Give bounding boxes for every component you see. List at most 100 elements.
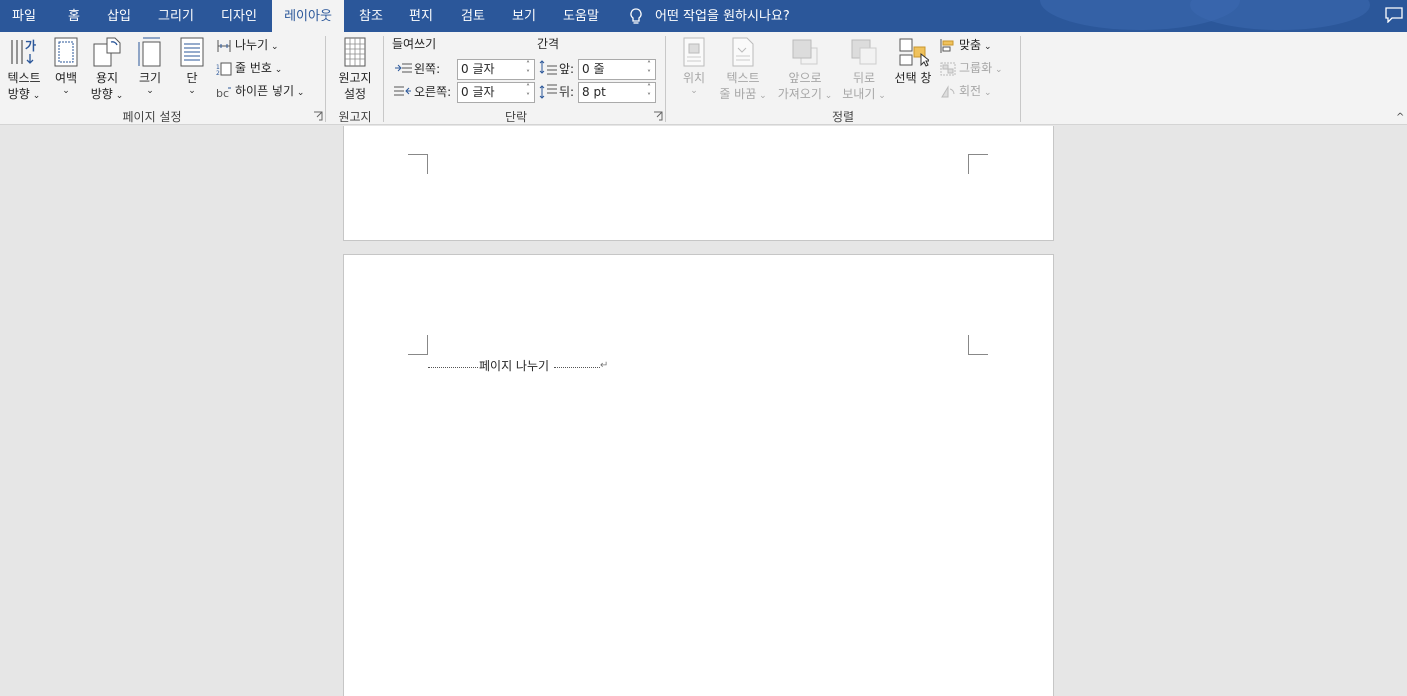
paragraph-launcher-icon[interactable]	[653, 111, 663, 121]
page-break-dotted-line	[428, 367, 478, 368]
orientation-icon	[93, 37, 121, 67]
tab-home[interactable]: 홈	[56, 0, 92, 32]
orientation-label-1: 용지	[95, 71, 119, 85]
align-button[interactable]: 맞춤 ⌄	[940, 35, 992, 55]
rotate-button[interactable]: 회전 ⌄	[940, 81, 992, 101]
hyphenation-label: 하이픈 넣기	[235, 84, 295, 98]
tab-file[interactable]: 파일	[0, 0, 48, 32]
text-direction-icon: 가	[11, 38, 36, 64]
spin-arrows-icon[interactable]: ˄ ˅	[524, 83, 532, 101]
wrap-text-button[interactable]: 텍스트 줄 바꿈 ⌄	[714, 36, 772, 104]
hyphenation-button[interactable]: bc 하이픈 넣기 ⌄	[216, 81, 304, 101]
position-icon	[683, 37, 705, 67]
spacing-before-icon	[539, 60, 557, 75]
selection-pane-label: 선택 창	[894, 71, 932, 85]
manuscript-label-1: 원고지	[338, 71, 372, 85]
crop-mark	[968, 335, 988, 355]
page-break-dotted-line	[554, 367, 600, 368]
tab-design[interactable]: 디자인	[212, 0, 266, 32]
chevron-down-icon: ⌄	[875, 91, 886, 101]
position-button[interactable]: 위치 ⌄	[676, 36, 712, 96]
align-icon	[940, 38, 954, 53]
line-numbers-label: 줄 번호	[235, 61, 272, 75]
breaks-button[interactable]: 나누기 ⌄	[216, 35, 279, 55]
chevron-down-icon: ⌄	[821, 91, 833, 101]
ribbon: 가 텍스트 방향 ⌄ 여백 ⌄ 용지 방향 ⌄ 크기 ⌄ 단 ⌄ 나누기 ⌄ 1…	[0, 32, 1407, 125]
spacing-after-icon	[539, 84, 557, 99]
title-bar-decoration	[1190, 0, 1370, 30]
tab-mailings[interactable]: 편지	[400, 0, 442, 32]
margins-button[interactable]: 여백 ⌄	[48, 36, 84, 96]
send-backward-button[interactable]: 뒤로 보내기 ⌄	[838, 36, 890, 104]
wrap-text-label-1: 텍스트	[726, 71, 760, 85]
spacing-before-input[interactable]: 0 줄 ˄ ˅	[578, 59, 656, 80]
comments-icon[interactable]	[1385, 7, 1403, 23]
spin-arrows-icon[interactable]: ˄ ˅	[645, 60, 653, 78]
indent-right-icon	[394, 86, 411, 96]
size-button[interactable]: 크기 ⌄	[133, 36, 167, 96]
tab-review[interactable]: 검토	[452, 0, 494, 32]
columns-icon	[180, 37, 204, 67]
text-direction-button[interactable]: 가 텍스트 방향 ⌄	[4, 36, 44, 104]
spacing-before-value: 0 줄	[582, 62, 605, 76]
selection-pane-button[interactable]: 선택 창	[892, 36, 934, 86]
indent-header: 들여쓰기	[392, 37, 437, 51]
margins-icon	[54, 37, 78, 67]
group-objects-button[interactable]: 그룹화 ⌄	[940, 58, 1003, 78]
manuscript-icon	[344, 37, 366, 67]
tab-layout[interactable]: 레이아웃	[272, 0, 344, 32]
send-backward-label-1: 뒤로	[852, 71, 876, 85]
rotate-label: 회전	[959, 84, 982, 98]
page-break-marker[interactable]: 페이지 나누기 ↵	[428, 358, 618, 374]
chevron-down-icon: ⌄	[268, 42, 279, 52]
chevron-down-icon: ⌄	[112, 91, 124, 101]
page-setup-launcher-icon[interactable]	[313, 111, 323, 121]
group-separator	[383, 36, 384, 122]
position-label: 위치	[682, 71, 706, 85]
line-numbers-button[interactable]: 12줄 번호 ⌄	[216, 58, 282, 78]
columns-button[interactable]: 단 ⌄	[175, 36, 209, 96]
spacing-after-value: 8 pt	[582, 85, 606, 99]
spacing-after-input[interactable]: 8 pt ˄ ˅	[578, 82, 656, 103]
crop-mark	[408, 154, 428, 174]
chevron-down-icon: ⌄	[294, 88, 305, 98]
group-separator	[665, 36, 666, 122]
tab-draw[interactable]: 그리기	[150, 0, 202, 32]
orientation-button[interactable]: 용지 방향 ⌄	[86, 36, 128, 104]
indent-right-label: 오른쪽:	[414, 85, 452, 99]
tab-help[interactable]: 도움말	[555, 0, 607, 32]
tab-view[interactable]: 보기	[503, 0, 545, 32]
spin-arrows-icon[interactable]: ˄ ˅	[645, 83, 653, 101]
lightbulb-icon	[630, 8, 642, 24]
text-direction-label-2: 방향	[7, 87, 30, 101]
paragraph-group-label: 단락	[504, 110, 528, 124]
chevron-down-icon: ⌄	[992, 65, 1003, 75]
chevron-down-icon: ⌄	[29, 91, 41, 101]
spin-arrows-icon[interactable]: ˄ ˅	[524, 60, 532, 78]
breaks-icon	[217, 39, 231, 52]
paragraph-mark-icon: ↵	[600, 360, 609, 371]
chevron-down-icon: ⌄	[188, 86, 196, 96]
crop-mark	[968, 154, 988, 174]
manuscript-group-label: 원고지	[338, 110, 372, 124]
manuscript-settings-button[interactable]: 원고지 설정	[333, 36, 377, 102]
collapse-ribbon-icon[interactable]: ^	[1396, 112, 1404, 123]
bring-forward-button[interactable]: 앞으로 가져오기 ⌄	[774, 36, 836, 104]
tab-insert[interactable]: 삽입	[98, 0, 140, 32]
document-page[interactable]	[343, 254, 1054, 696]
send-backward-label-2: 보내기	[842, 87, 876, 101]
indent-left-input[interactable]: 0 글자 ˄ ˅	[457, 59, 535, 80]
page-size-icon	[138, 37, 161, 67]
indent-left-label: 왼쪽:	[414, 62, 441, 76]
group-separator	[1020, 36, 1021, 122]
orientation-label-2: 방향	[90, 87, 113, 101]
chevron-down-icon: ⌄	[756, 91, 767, 101]
indent-right-input[interactable]: 0 글자 ˄ ˅	[457, 82, 535, 103]
wrap-text-icon	[732, 37, 754, 67]
page-break-label: 페이지 나누기	[478, 358, 551, 374]
indent-left-icon	[395, 63, 412, 73]
document-page	[343, 126, 1054, 241]
tab-references[interactable]: 참조	[350, 0, 392, 32]
svg-text:bc: bc	[216, 87, 229, 99]
size-label: 크기	[138, 71, 162, 85]
